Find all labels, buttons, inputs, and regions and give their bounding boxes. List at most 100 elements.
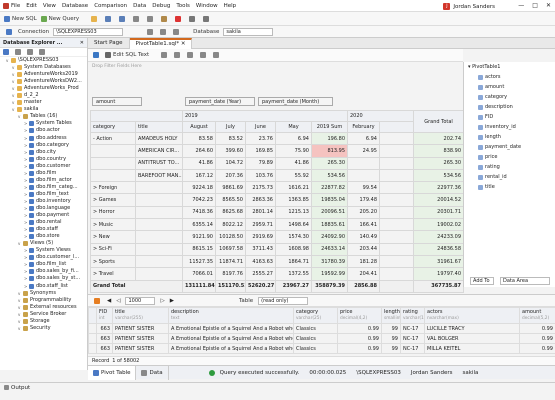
status-tab-pivot[interactable]: Pivot Table (88, 365, 137, 380)
tree-item[interactable]: > dbo.sales_by_fi... (0, 268, 87, 275)
paste-icon[interactable] (161, 15, 168, 22)
tree-item[interactable]: v Programmability (0, 297, 87, 304)
field-item[interactable]: payment_date (464, 142, 555, 152)
tree-item[interactable]: v External resources (0, 304, 87, 311)
layout-icon[interactable] (200, 52, 207, 58)
tree-item[interactable]: v Security (0, 325, 87, 332)
field-item[interactable]: FID (464, 112, 555, 122)
data-cell[interactable]: 0.99 (519, 343, 555, 354)
column-header[interactable]: description text (168, 307, 294, 324)
category-cell[interactable]: > Games (90, 193, 136, 207)
tree-item[interactable]: v AdventureWorksDW2... (0, 78, 87, 85)
close-icon[interactable]: ✕ (546, 2, 551, 9)
save-all-icon[interactable] (119, 15, 126, 22)
data-cell[interactable]: PATIENT SISTER (112, 333, 169, 344)
tree-item[interactable]: > dbo.category (0, 142, 87, 149)
data-cell[interactable]: Classics (293, 333, 338, 344)
tree-item[interactable]: > dbo.country (0, 156, 87, 163)
tree-item[interactable]: > dbo.film_text (0, 191, 87, 198)
close-tab-icon[interactable]: ✕ (181, 41, 186, 47)
row-field-title[interactable]: title (135, 121, 183, 133)
column-header[interactable]: category varchar(25) (293, 307, 338, 324)
data-cell[interactable]: 0.99 (337, 333, 382, 344)
redo-icon[interactable] (203, 15, 210, 22)
data-cell[interactable]: VAL BOLGER (424, 333, 520, 344)
fields-root[interactable]: ▾ PivotTable1 (464, 62, 555, 72)
tree-item[interactable]: v System Databases (0, 64, 87, 71)
add-to-button[interactable]: Add To (470, 277, 494, 285)
collapse-icon[interactable] (39, 49, 45, 55)
data-cell[interactable]: NC-17 (400, 333, 425, 344)
last-page-icon[interactable]: ▶ (170, 298, 174, 304)
tree-item[interactable]: v Synonyms (0, 290, 87, 297)
area-select[interactable]: Data Area (500, 277, 550, 285)
next-page-icon[interactable]: ▷ (160, 298, 164, 304)
field-item[interactable]: inventory_id (464, 122, 555, 132)
new-connection-icon[interactable] (3, 49, 9, 55)
menu-item-window[interactable]: Window (196, 3, 218, 9)
data-cell[interactable]: 0.99 (337, 323, 382, 334)
data-cell[interactable]: 0.99 (519, 323, 555, 334)
record-position[interactable]: 1 of 58002 (112, 358, 139, 364)
tree-item[interactable]: v Tables (16) (0, 113, 87, 120)
tree-item[interactable]: v d_2_2 (0, 92, 87, 99)
column-header[interactable]: ratingvarchar(10) (400, 307, 425, 324)
row-selector[interactable] (88, 343, 97, 354)
field-item[interactable]: actors (464, 72, 555, 82)
filter-drop-zone[interactable]: Drop Filter Fields Here (92, 64, 142, 69)
tree-item[interactable]: > dbo.staff (0, 226, 87, 233)
tab-start-page[interactable]: Start Page (88, 37, 130, 49)
tree-item[interactable]: > dbo.sales_by_st... (0, 275, 87, 282)
connect-icon[interactable] (147, 28, 154, 35)
new-sql-button[interactable]: New SQL (4, 15, 37, 22)
menu-item-debug[interactable]: Debug (152, 3, 170, 9)
column-header[interactable]: title varchar(255) (112, 307, 169, 324)
data-cell[interactable]: 663 (96, 343, 113, 354)
filter-icon[interactable] (15, 49, 21, 55)
print-icon[interactable] (187, 52, 194, 58)
data-cell[interactable]: Classics (293, 323, 338, 334)
save-icon[interactable] (105, 15, 112, 22)
edit-sql-button[interactable]: Edit SQL Text (105, 52, 149, 58)
year-2020-header[interactable]: 2020 (346, 110, 415, 122)
data-field-amount[interactable]: amount (92, 97, 142, 106)
column-header[interactable]: price decimal(4,2) (337, 307, 382, 324)
refresh-icon[interactable] (173, 28, 180, 35)
new-query-button[interactable]: New Query (40, 15, 79, 22)
menu-item-view[interactable]: View (43, 3, 56, 9)
data-cell[interactable]: 0.99 (519, 333, 555, 344)
category-cell[interactable]: > Foreign (90, 181, 136, 195)
close-panel-icon[interactable]: ✕ (80, 38, 84, 48)
minimize-icon[interactable]: — (518, 2, 524, 9)
tree-item[interactable]: > dbo.address (0, 135, 87, 142)
cut-icon[interactable] (133, 15, 140, 22)
prev-page-icon[interactable]: ◁ (116, 298, 120, 304)
data-cell[interactable]: Classics (293, 343, 338, 354)
tree-item[interactable]: > dbo.language (0, 205, 87, 212)
undo-icon[interactable] (189, 15, 196, 22)
refresh-data-icon[interactable] (94, 297, 100, 304)
category-cell[interactable] (90, 168, 136, 183)
menu-item-comparison[interactable]: Comparison (94, 3, 127, 9)
tree-item[interactable]: > dbo.film_list (0, 261, 87, 268)
data-cell[interactable]: A Emotional Epistle of a Squirrel And a … (168, 333, 294, 344)
tree-item[interactable]: v Service Broker (0, 311, 87, 318)
category-cell[interactable]: - Action (90, 131, 136, 146)
data-row[interactable]: 663 PATIENT SISTER A Emotional Epistle of … (88, 333, 555, 344)
year-2019-header[interactable]: 2019 (182, 110, 348, 122)
user-name[interactable]: Jordan Sanders (453, 4, 495, 10)
connection-select[interactable]: \SQLEXPRESS03 (53, 27, 124, 36)
tree-item[interactable]: > dbo.customer_l... (0, 254, 87, 261)
tree-item[interactable]: > dbo.rental (0, 219, 87, 226)
table-mode-select[interactable]: (read only) (258, 296, 309, 305)
data-cell[interactable]: 99 (381, 323, 401, 334)
tree-item[interactable]: > dbo.city (0, 149, 87, 156)
tree-item[interactable]: > dbo.film (0, 170, 87, 177)
data-cell[interactable]: 663 (96, 323, 113, 334)
refresh-tree-icon[interactable] (27, 49, 33, 55)
column-header[interactable]: actors nvarchar(max) (424, 307, 520, 324)
chart-icon[interactable] (161, 52, 168, 58)
tree-item[interactable]: > dbo.customer (0, 163, 87, 170)
output-panel-tab[interactable]: Output (0, 382, 555, 392)
category-cell[interactable]: > Travel (90, 267, 136, 281)
